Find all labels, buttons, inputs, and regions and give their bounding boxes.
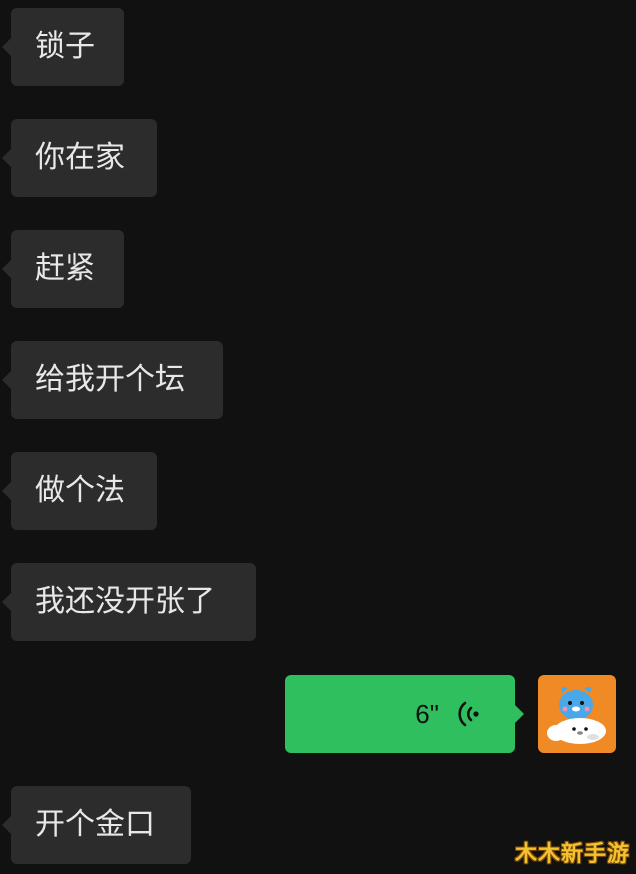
incoming-message-bubble[interactable]: 赶紧 [2, 230, 124, 308]
voice-wave-icon [458, 701, 479, 727]
watermark-logo: 木木新手游 [514, 842, 630, 867]
incoming-message-bubble[interactable]: 锁子 [2, 8, 124, 86]
user-avatar[interactable] [538, 675, 616, 753]
incoming-message-bubble[interactable]: 做个法 [2, 452, 157, 530]
incoming-message-bubble[interactable]: 你在家 [2, 119, 157, 197]
incoming-message-bubble[interactable]: 开个金口 [2, 786, 191, 864]
chat-conversation: 锁子 你在家 赶紧 给我开个坛 做个法 我还没开张了 6" 开个金口 木木新手游 [0, 0, 636, 874]
voice-duration: 6" [415, 699, 439, 729]
outgoing-voice-message[interactable]: 6" [285, 675, 524, 753]
incoming-message-bubble[interactable]: 给我开个坛 [2, 341, 223, 419]
incoming-message-bubble[interactable]: 我还没开张了 [2, 563, 256, 641]
seal-cartoon-icon [547, 686, 606, 744]
